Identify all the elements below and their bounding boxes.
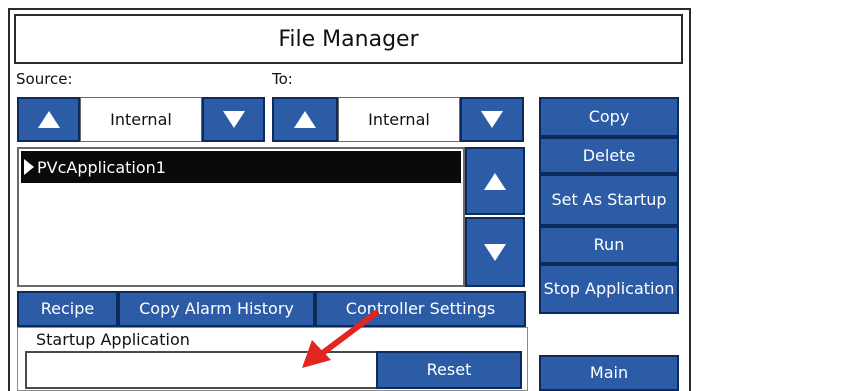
selection-pointer-icon [24,159,34,175]
arrow-down-icon [484,243,506,261]
destination-next-button[interactable] [460,97,524,142]
arrow-down-icon [222,111,245,128]
list-scroll-up-button[interactable] [465,147,525,215]
destination-label: To: [272,70,293,88]
arrow-down-icon [481,111,503,128]
delete-button[interactable]: Delete [539,137,679,174]
destination-prev-button[interactable] [272,97,338,142]
set-as-startup-button[interactable]: Set As Startup [539,174,679,226]
copy-alarm-history-button[interactable]: Copy Alarm History [118,291,315,327]
main-button[interactable]: Main [539,355,679,391]
destination-drive-value: Internal [338,97,460,142]
arrow-up-icon [37,111,60,128]
copy-button[interactable]: Copy [539,97,679,137]
file-list[interactable]: PVcApplication1 [17,147,465,287]
arrow-up-icon [294,111,316,128]
controller-settings-button[interactable]: Controller Settings [315,291,526,327]
list-item-label: PVcApplication1 [37,157,166,177]
source-prev-button[interactable] [17,97,80,142]
stop-application-button[interactable]: Stop Application [539,264,679,314]
list-item[interactable]: PVcApplication1 [21,151,461,183]
startup-application-field [25,351,378,389]
source-drive-value: Internal [80,97,202,142]
window-title: File Manager [14,14,683,64]
arrow-up-icon [484,172,506,190]
source-next-button[interactable] [202,97,265,142]
startup-application-label: Startup Application [36,330,190,349]
recipe-button[interactable]: Recipe [17,291,118,327]
list-scroll-down-button[interactable] [465,217,525,287]
run-button[interactable]: Run [539,226,679,264]
reset-button[interactable]: Reset [376,351,522,389]
source-label: Source: [16,70,73,88]
